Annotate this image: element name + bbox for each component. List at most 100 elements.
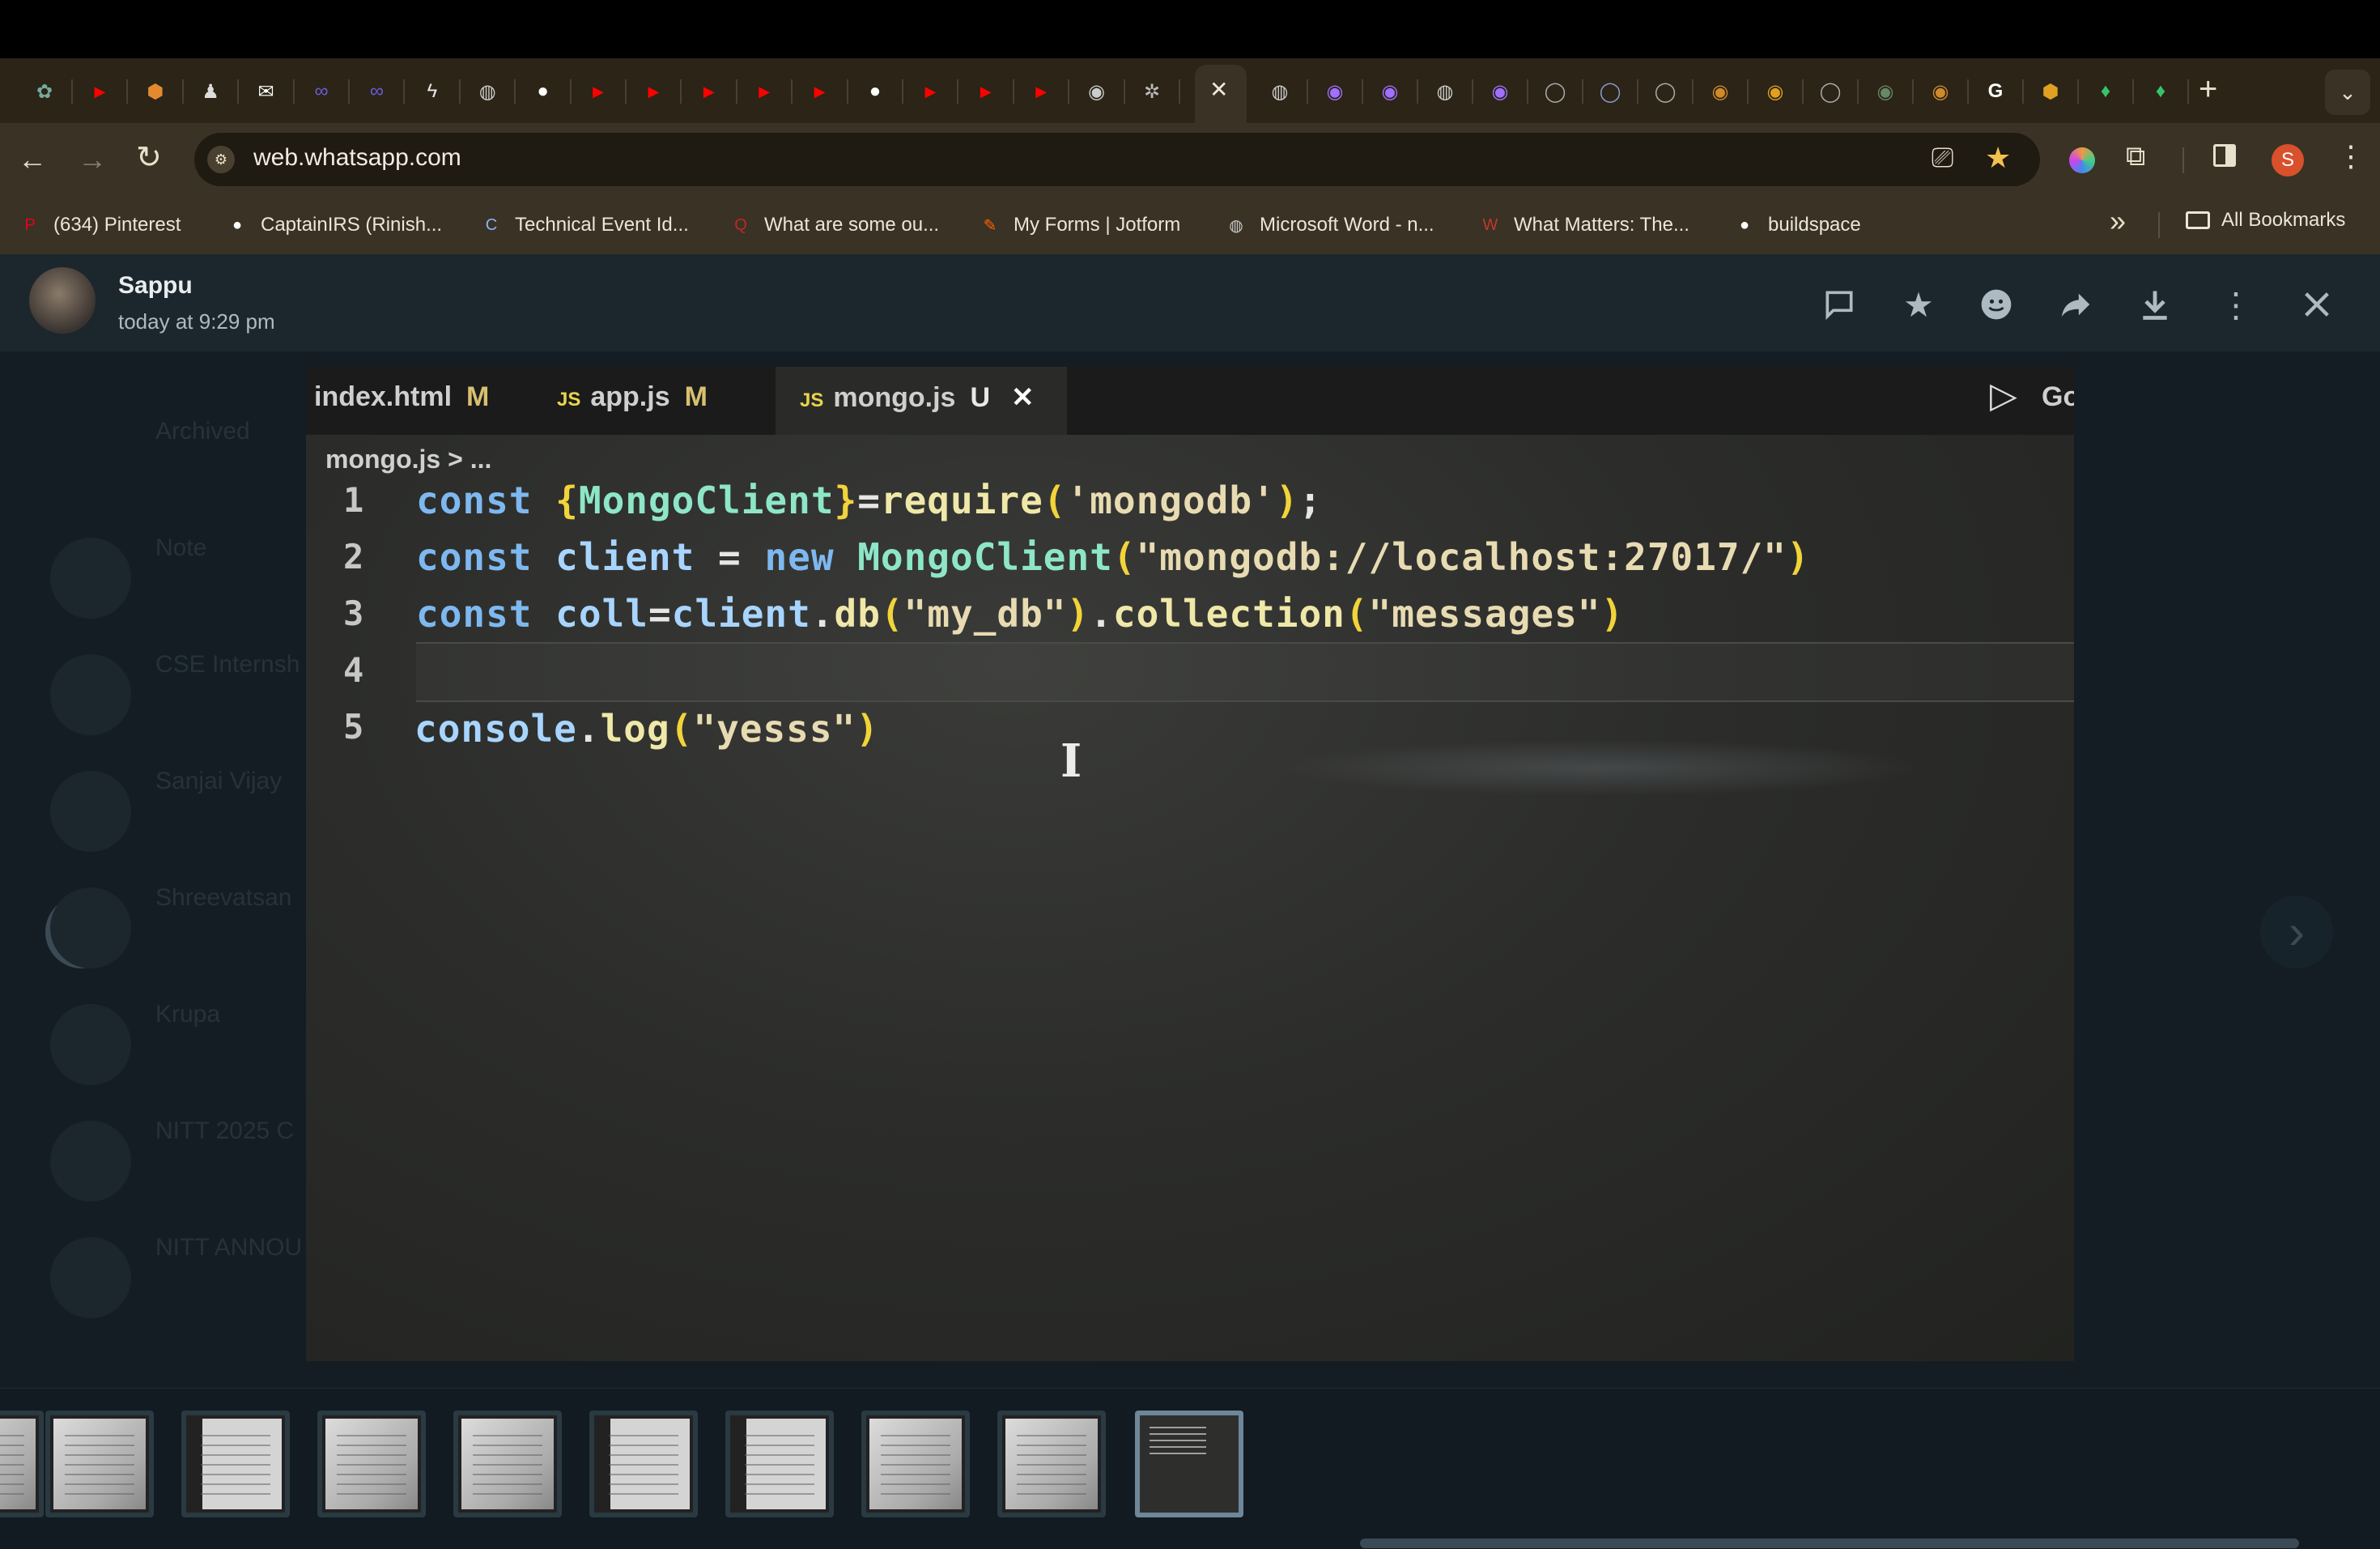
bookmark-label: buildspace <box>1768 214 1861 236</box>
side-panel-icon[interactable] <box>2213 144 2236 167</box>
tab-right-ring-5[interactable]: ◯ <box>1538 74 1572 109</box>
tab-person-3[interactable]: ♟ <box>193 74 227 109</box>
tab-right-ring-7[interactable]: ◯ <box>1648 74 1682 109</box>
media-thumbnail[interactable] <box>589 1411 698 1517</box>
media-thumbnail[interactable] <box>1135 1411 1243 1517</box>
bookmarks-overflow-button[interactable]: » <box>2110 204 2126 238</box>
tab-right-circle-4[interactable]: ◉ <box>1483 74 1517 109</box>
tab-right-google-13[interactable]: G <box>1978 74 2012 109</box>
emoji-icon[interactable] <box>1974 282 2019 327</box>
reply-icon[interactable] <box>1817 282 1862 327</box>
tab-right-globe-0[interactable]: ◍ <box>1263 74 1297 109</box>
tab-github-15[interactable]: ● <box>858 74 892 109</box>
tab-right-leaf-16[interactable]: ♦ <box>2144 74 2178 109</box>
media-thumbnail[interactable] <box>0 1411 44 1517</box>
tab-github-9[interactable]: ● <box>526 74 560 109</box>
tab-separator <box>1307 79 1308 104</box>
tab-right-globe-3[interactable]: ◍ <box>1428 74 1462 109</box>
tab-right-circle-11[interactable]: ◉ <box>1868 74 1902 109</box>
forward-button[interactable]: → <box>78 143 107 177</box>
tab-close-icon[interactable]: ✕ <box>1209 76 1228 103</box>
globe-icon: ◍ <box>478 80 496 103</box>
bookmark-star-icon[interactable]: ★ <box>1985 141 2011 175</box>
star-icon[interactable]: ★ <box>1896 282 1941 327</box>
tab-right-circle-2[interactable]: ◉ <box>1373 74 1407 109</box>
tab-right-circle-9[interactable]: ◉ <box>1758 74 1792 109</box>
tab-box-2[interactable]: ⬢ <box>138 74 172 109</box>
tab-right-ring-10[interactable]: ◯ <box>1813 74 1847 109</box>
tab-separator <box>1637 79 1638 104</box>
tab-youtube-14[interactable]: ▶ <box>803 74 837 109</box>
youtube-icon: ▶ <box>814 83 826 100</box>
tab-youtube-12[interactable]: ▶ <box>692 74 726 109</box>
tab-right-ring-6[interactable]: ◯ <box>1593 74 1627 109</box>
thumbnail-paper <box>1005 1419 1098 1509</box>
bookmark-item[interactable]: ● CaptainIRS (Rinish... <box>225 209 442 241</box>
bookmark-item[interactable]: P (634) Pinterest <box>18 209 181 241</box>
more-options-icon[interactable]: ⋮ <box>2213 282 2259 327</box>
bookmark-item[interactable]: ✎ My Forms | Jotform <box>978 209 1181 241</box>
code-line-1: const {MongoClient}=require('mongodb'); <box>416 479 1323 522</box>
background-chat-name: NITT ANNOU <box>155 1234 303 1261</box>
tab-youtube-18[interactable]: ▶ <box>1024 74 1058 109</box>
media-thumbnail[interactable] <box>725 1411 834 1517</box>
extensions-puzzle-icon[interactable]: ⧉ <box>2126 141 2145 172</box>
new-tab-button[interactable]: + <box>2199 71 2217 108</box>
url-text[interactable]: web.whatsapp.com <box>253 144 461 172</box>
tab-youtube-17[interactable]: ▶ <box>969 74 1003 109</box>
background-chat-avatar <box>50 1121 131 1202</box>
address-bar[interactable] <box>194 133 2040 186</box>
line-number: 3 <box>343 594 364 633</box>
tab-whatsapp-active[interactable]: ✕ <box>1195 65 1247 123</box>
tab-search-button[interactable]: ⌄ <box>2325 70 2370 115</box>
all-bookmarks-button[interactable]: All Bookmarks <box>2186 209 2345 232</box>
tab-youtube-10[interactable]: ▶ <box>581 74 615 109</box>
browser-menu-icon[interactable]: ⋮ <box>2336 139 2365 173</box>
bookmark-item[interactable]: ● buildspace <box>1732 209 1861 241</box>
media-thumbnail[interactable] <box>181 1411 290 1517</box>
media-thumbnail[interactable] <box>861 1411 970 1517</box>
tab-right-circle-8[interactable]: ◉ <box>1703 74 1737 109</box>
tab-circle-19[interactable]: ◉ <box>1080 74 1114 109</box>
tab-youtube-11[interactable]: ▶ <box>636 74 670 109</box>
thumbstrip-scrollbar[interactable] <box>1360 1538 2299 1548</box>
tab-lightning-7[interactable]: ϟ <box>415 74 449 109</box>
tab-right-circle-12[interactable]: ◉ <box>1923 74 1957 109</box>
back-button[interactable]: ← <box>18 143 47 177</box>
tab-youtube-16[interactable]: ▶ <box>913 74 947 109</box>
media-thumbnail[interactable] <box>997 1411 1106 1517</box>
bookmark-item[interactable]: ◍ Microsoft Word - n... <box>1224 209 1434 241</box>
tab-right-circle-1[interactable]: ◉ <box>1318 74 1352 109</box>
install-app-icon[interactable]: ⎚ <box>1932 143 1953 174</box>
tab-link-5[interactable]: ∞ <box>304 74 338 109</box>
media-thumbnail[interactable] <box>45 1411 154 1517</box>
download-icon[interactable] <box>2132 282 2178 327</box>
editor-tab-label: index.html <box>314 381 453 412</box>
tab-chatgpt-0[interactable]: ✿ <box>28 74 62 109</box>
tab-right-leaf-15[interactable]: ♦ <box>2089 74 2123 109</box>
media-thumbnail[interactable] <box>453 1411 562 1517</box>
tab-youtube-1[interactable]: ▶ <box>83 74 117 109</box>
media-thumbnail[interactable] <box>317 1411 426 1517</box>
tab-chat-4[interactable]: ✉ <box>249 74 283 109</box>
box-icon: ⬢ <box>2042 80 2059 103</box>
tab-link-6[interactable]: ∞ <box>359 74 393 109</box>
pinterest-icon: P <box>24 215 36 234</box>
background-chat-avatar <box>50 1004 131 1085</box>
next-media-button[interactable]: › <box>2260 896 2333 968</box>
bookmark-item[interactable]: W What Matters: The... <box>1478 209 1689 241</box>
sender-avatar[interactable] <box>29 267 96 334</box>
close-icon[interactable] <box>2294 282 2340 327</box>
bookmark-item[interactable]: Q What are some ou... <box>729 209 939 241</box>
tab-right-box-14[interactable]: ⬢ <box>2034 74 2068 109</box>
profile-avatar[interactable]: S <box>2272 144 2304 177</box>
reload-button[interactable]: ↻ <box>136 139 162 176</box>
bookmark-item[interactable]: C Technical Event Id... <box>479 209 689 241</box>
site-info-icon[interactable]: ⚙ <box>207 146 235 173</box>
background-chat-name: Sanjai Vijay <box>155 768 283 794</box>
forward-icon[interactable] <box>2053 282 2098 327</box>
tab-youtube-13[interactable]: ▶ <box>747 74 781 109</box>
tab-gear-20[interactable]: ✲ <box>1135 74 1169 109</box>
color-extension-icon[interactable] <box>2069 147 2095 173</box>
tab-globe-8[interactable]: ◍ <box>470 74 504 109</box>
